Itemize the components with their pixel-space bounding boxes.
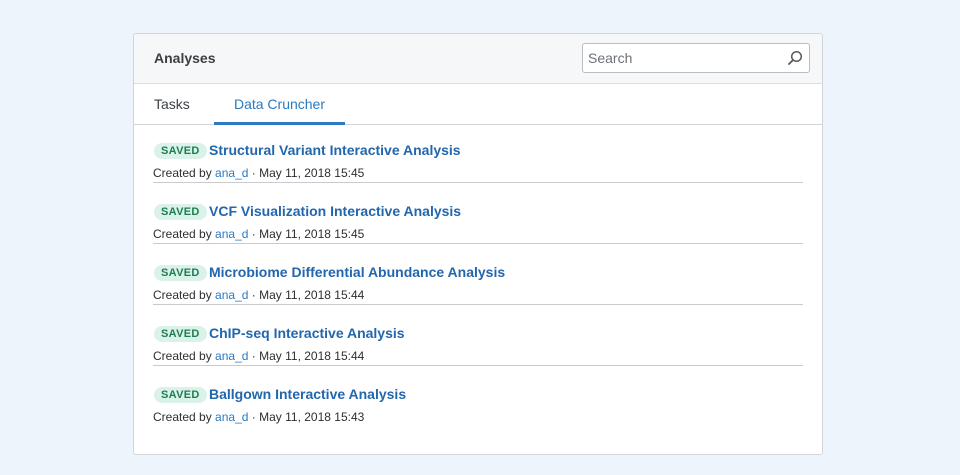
status-badge: SAVED bbox=[154, 204, 207, 220]
status-badge: SAVED bbox=[154, 265, 207, 281]
tab-bar: Tasks Data Cruncher bbox=[134, 84, 822, 125]
divider bbox=[153, 304, 803, 305]
list-item: SAVED Structural Variant Interactive Ana… bbox=[153, 125, 803, 186]
analysis-meta: Created by ana_d · May 11, 2018 15:44 bbox=[153, 288, 364, 302]
divider bbox=[153, 243, 803, 244]
author-link[interactable]: ana_d bbox=[215, 166, 248, 180]
divider bbox=[153, 365, 803, 366]
analysis-date: May 11, 2018 15:43 bbox=[259, 410, 365, 424]
analysis-title-link[interactable]: Ballgown Interactive Analysis bbox=[209, 386, 406, 402]
tab-data-cruncher[interactable]: Data Cruncher bbox=[214, 84, 345, 124]
meta-separator: · bbox=[251, 227, 256, 241]
panel-header: Analyses bbox=[134, 34, 822, 84]
analysis-title-link[interactable]: Structural Variant Interactive Analysis bbox=[209, 142, 461, 158]
status-badge: SAVED bbox=[154, 143, 207, 159]
analyses-panel: Analyses Tasks Data Cruncher SAVED Struc… bbox=[133, 33, 823, 455]
analysis-date: May 11, 2018 15:45 bbox=[259, 166, 365, 180]
author-link[interactable]: ana_d bbox=[215, 410, 248, 424]
analysis-date: May 11, 2018 15:45 bbox=[259, 227, 365, 241]
analysis-meta: Created by ana_d · May 11, 2018 15:45 bbox=[153, 166, 364, 180]
analysis-list: SAVED Structural Variant Interactive Ana… bbox=[153, 125, 803, 430]
analysis-title-link[interactable]: VCF Visualization Interactive Analysis bbox=[209, 203, 461, 219]
analysis-meta: Created by ana_d · May 11, 2018 15:45 bbox=[153, 227, 364, 241]
created-by-label: Created by bbox=[153, 288, 212, 302]
list-item: SAVED VCF Visualization Interactive Anal… bbox=[153, 186, 803, 247]
tab-tasks[interactable]: Tasks bbox=[154, 84, 190, 124]
analysis-title-link[interactable]: Microbiome Differential Abundance Analys… bbox=[209, 264, 505, 280]
status-badge: SAVED bbox=[154, 387, 207, 403]
search-box[interactable] bbox=[582, 43, 810, 73]
created-by-label: Created by bbox=[153, 349, 212, 363]
meta-separator: · bbox=[251, 288, 256, 302]
analysis-date: May 11, 2018 15:44 bbox=[259, 349, 365, 363]
author-link[interactable]: ana_d bbox=[215, 227, 248, 241]
list-item: SAVED ChIP-seq Interactive Analysis Crea… bbox=[153, 308, 803, 369]
panel-title: Analyses bbox=[154, 50, 216, 66]
search-icon[interactable] bbox=[787, 50, 803, 66]
status-badge: SAVED bbox=[154, 326, 207, 342]
search-input[interactable] bbox=[583, 44, 788, 72]
analysis-title-link[interactable]: ChIP-seq Interactive Analysis bbox=[209, 325, 405, 341]
created-by-label: Created by bbox=[153, 227, 212, 241]
meta-separator: · bbox=[251, 349, 256, 363]
divider bbox=[153, 182, 803, 183]
meta-separator: · bbox=[251, 166, 256, 180]
meta-separator: · bbox=[251, 410, 256, 424]
analysis-meta: Created by ana_d · May 11, 2018 15:43 bbox=[153, 410, 364, 424]
created-by-label: Created by bbox=[153, 410, 212, 424]
analysis-date: May 11, 2018 15:44 bbox=[259, 288, 365, 302]
list-item: SAVED Microbiome Differential Abundance … bbox=[153, 247, 803, 308]
created-by-label: Created by bbox=[153, 166, 212, 180]
analysis-meta: Created by ana_d · May 11, 2018 15:44 bbox=[153, 349, 364, 363]
list-item: SAVED Ballgown Interactive Analysis Crea… bbox=[153, 369, 803, 430]
author-link[interactable]: ana_d bbox=[215, 349, 248, 363]
author-link[interactable]: ana_d bbox=[215, 288, 248, 302]
